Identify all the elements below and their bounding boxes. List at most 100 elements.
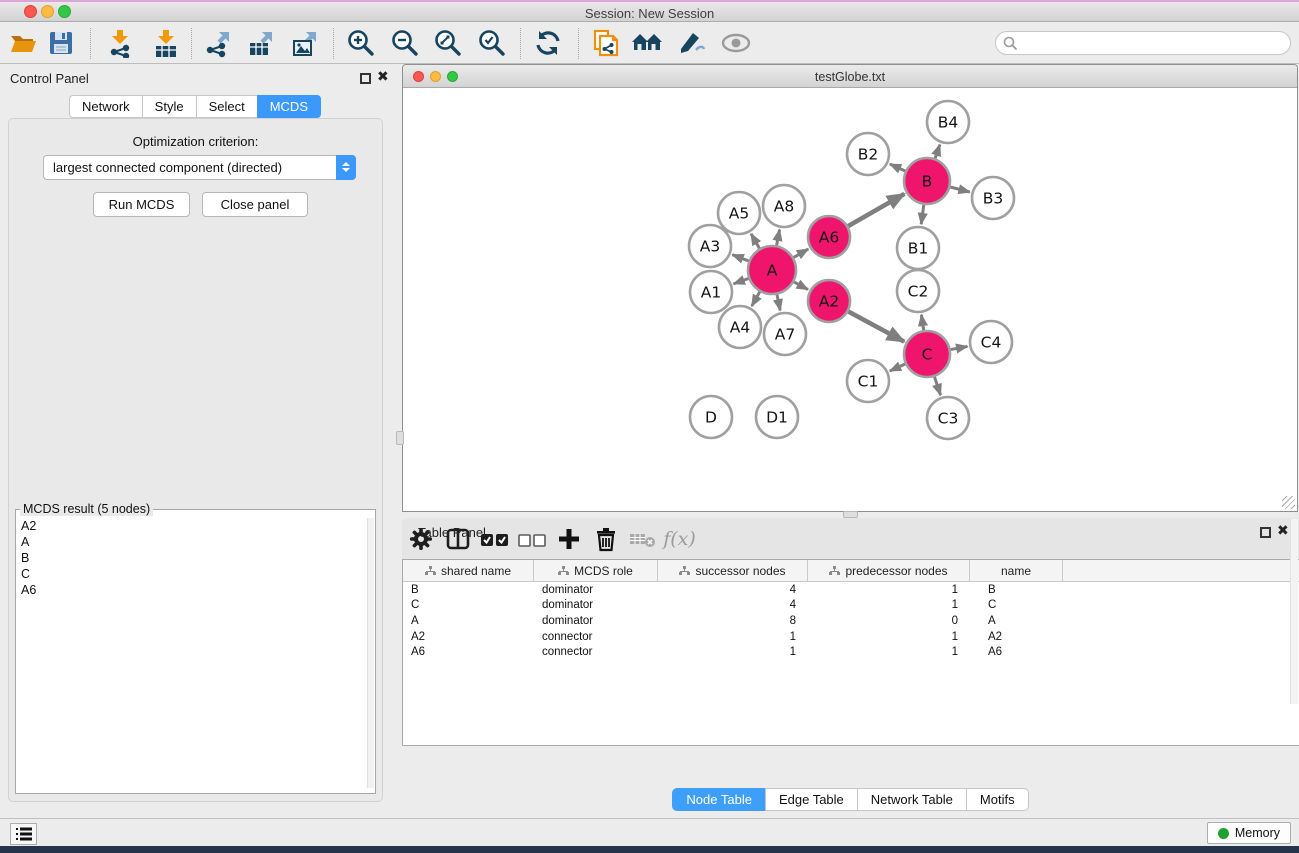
- close-table-panel-icon[interactable]: ✖: [1277, 522, 1289, 538]
- graph-edge-B-B1[interactable]: [921, 205, 924, 224]
- graph-edge-B-B3[interactable]: [950, 187, 970, 192]
- mcds-result-item[interactable]: B: [17, 550, 369, 566]
- equation-builder-icon[interactable]: f(x): [661, 528, 698, 550]
- export-image-icon[interactable]: [286, 25, 324, 61]
- graph-node-A5[interactable]: A5: [718, 192, 760, 234]
- save-session-icon[interactable]: [42, 25, 80, 61]
- apply-layout-icon[interactable]: [529, 25, 567, 61]
- deselect-all-rows-icon[interactable]: [513, 526, 550, 552]
- graph-node-A8[interactable]: A8: [763, 185, 805, 227]
- memory-button[interactable]: Memory: [1207, 822, 1291, 844]
- graph-node-B[interactable]: B: [904, 158, 950, 204]
- graph-node-C[interactable]: C: [904, 331, 950, 377]
- graph-node-A2[interactable]: A2: [808, 280, 850, 322]
- column-header-MCDS-role[interactable]: MCDS role: [534, 560, 658, 581]
- graph-edge-B-B2[interactable]: [890, 164, 905, 171]
- zoom-fit-icon[interactable]: [429, 25, 467, 61]
- graph-edge-A2-C[interactable]: [848, 311, 904, 341]
- tab-select[interactable]: Select: [196, 95, 257, 118]
- run-mcds-button[interactable]: Run MCDS: [93, 192, 190, 217]
- graph-node-A6[interactable]: A6: [808, 216, 850, 258]
- window-resize-grip[interactable]: [1282, 496, 1295, 509]
- graph-node-A3[interactable]: A3: [689, 225, 731, 267]
- graph-edge-A-A4[interactable]: [752, 292, 760, 306]
- graph-edge-A-A5[interactable]: [751, 234, 759, 249]
- graph-edge-A-A8[interactable]: [777, 230, 780, 246]
- graph-node-C3[interactable]: C3: [927, 397, 969, 439]
- zoom-in-icon[interactable]: [342, 25, 380, 61]
- graph-node-C2[interactable]: C2: [897, 270, 939, 312]
- zoom-out-icon[interactable]: [386, 25, 424, 61]
- column-header-name[interactable]: name: [970, 560, 1063, 581]
- graph-node-A7[interactable]: A7: [764, 313, 806, 355]
- graph-node-A1[interactable]: A1: [690, 271, 732, 313]
- tab-style[interactable]: Style: [142, 95, 196, 118]
- graph-node-A[interactable]: A: [748, 246, 796, 294]
- duplicate-network-icon[interactable]: [587, 25, 625, 61]
- graph-edge-A6-B[interactable]: [848, 194, 904, 226]
- graph-node-C4[interactable]: C4: [970, 321, 1012, 363]
- tab-mcds[interactable]: MCDS: [257, 95, 321, 118]
- tab-node-table[interactable]: Node Table: [672, 788, 765, 811]
- import-network-icon[interactable]: [101, 25, 139, 61]
- home-views-icon[interactable]: [628, 25, 666, 61]
- float-table-panel-icon[interactable]: [1260, 527, 1271, 538]
- graph-node-B4[interactable]: B4: [927, 101, 969, 143]
- delete-rows-icon[interactable]: [587, 526, 624, 552]
- graph-node-A4[interactable]: A4: [719, 306, 761, 348]
- tab-edge-table[interactable]: Edge Table: [765, 788, 857, 811]
- graph-node-D1[interactable]: D1: [756, 396, 798, 438]
- zoom-selected-icon[interactable]: [473, 25, 511, 61]
- graph-edge-A-A7[interactable]: [777, 294, 780, 310]
- task-history-button[interactable]: [10, 823, 37, 845]
- export-network-icon[interactable]: [199, 25, 237, 61]
- horizontal-splitter-handle[interactable]: [843, 511, 858, 518]
- graph-edge-A-A6[interactable]: [794, 249, 809, 257]
- column-header-predecessor-nodes[interactable]: predecessor nodes: [808, 560, 970, 581]
- table-row[interactable]: A6connector11A6: [403, 644, 1299, 660]
- network-canvas[interactable]: B4 B2 B B3 A5A8A6 A3 B1 A A1 C2 A2 A4A7 C4 C C1 C3 D D1: [403, 88, 1297, 511]
- table-row[interactable]: A2connector11A2: [403, 629, 1299, 645]
- mcds-result-list[interactable]: A2ABCA6: [17, 518, 369, 788]
- search-box[interactable]: [995, 31, 1291, 55]
- mcds-result-scrollbar[interactable]: [367, 518, 374, 788]
- table-row[interactable]: Cdominator41C: [403, 598, 1299, 614]
- delete-table-icon[interactable]: [624, 526, 661, 552]
- open-session-icon[interactable]: [4, 25, 42, 61]
- node-table-scrollbar[interactable]: [1290, 519, 1298, 704]
- mcds-result-item[interactable]: A2: [17, 518, 369, 534]
- graph-node-B2[interactable]: B2: [847, 133, 889, 175]
- graph-edge-A-A3[interactable]: [732, 255, 748, 261]
- tab-network-table[interactable]: Network Table: [857, 788, 966, 811]
- graph-edge-C-C2[interactable]: [921, 315, 923, 330]
- graph-node-B3[interactable]: B3: [972, 177, 1014, 219]
- graph-edge-B-B4[interactable]: [935, 145, 940, 159]
- graph-node-C1[interactable]: C1: [847, 360, 889, 402]
- criterion-dropdown[interactable]: largest connected component (directed): [43, 155, 356, 180]
- hide-annotations-icon[interactable]: [672, 25, 710, 61]
- graph-edge-C-C1[interactable]: [890, 364, 905, 371]
- vertical-splitter-handle[interactable]: [396, 431, 404, 445]
- graph-edge-A-A2[interactable]: [794, 282, 808, 290]
- mcds-result-item[interactable]: A: [17, 534, 369, 550]
- import-table-icon[interactable]: [147, 25, 185, 61]
- add-row-icon[interactable]: [550, 526, 587, 552]
- graph-edge-C-C3[interactable]: [934, 377, 940, 395]
- graph-edge-C-C4[interactable]: [951, 346, 968, 349]
- search-input[interactable]: [1018, 34, 1290, 52]
- graph-edge-A-A1[interactable]: [734, 278, 749, 283]
- table-row[interactable]: Bdominator41B: [403, 582, 1299, 598]
- mcds-result-item[interactable]: A6: [17, 582, 369, 598]
- column-header-successor-nodes[interactable]: successor nodes: [658, 560, 808, 581]
- table-row[interactable]: Adominator80A: [403, 613, 1299, 629]
- graph-node-D[interactable]: D: [690, 396, 732, 438]
- tab-motifs[interactable]: Motifs: [966, 788, 1029, 811]
- graph-node-B1[interactable]: B1: [897, 227, 939, 269]
- tab-network[interactable]: Network: [69, 95, 142, 118]
- mcds-result-item[interactable]: C: [17, 566, 369, 582]
- close-panel-button[interactable]: Close panel: [202, 192, 308, 217]
- show-graphics-details-icon[interactable]: [717, 25, 755, 61]
- close-panel-icon[interactable]: ✖: [377, 68, 389, 84]
- column-header-shared-name[interactable]: shared name: [403, 560, 534, 581]
- float-panel-icon[interactable]: [360, 73, 371, 84]
